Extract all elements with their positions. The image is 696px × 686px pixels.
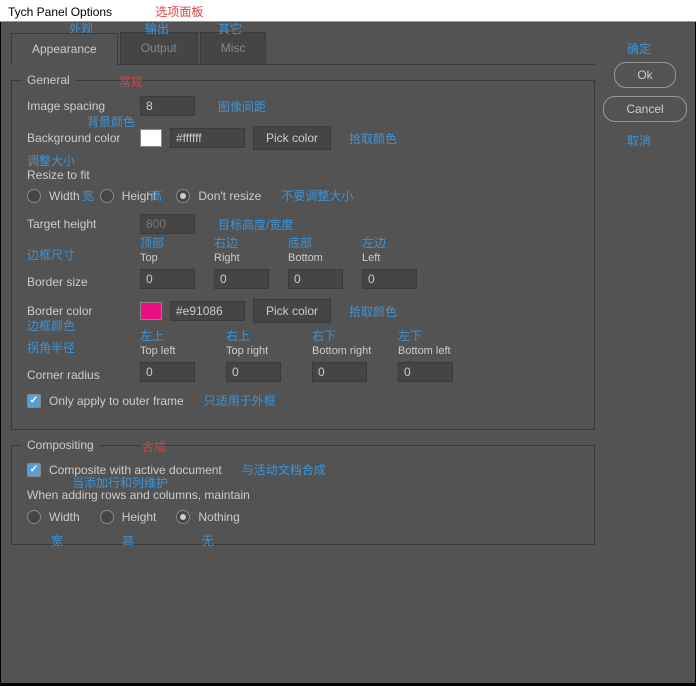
border-label: Border size: [27, 275, 132, 289]
bcolor-pick-button[interactable]: Pick color: [253, 299, 331, 323]
active-check[interactable]: [27, 463, 41, 477]
m-height-label: Height: [122, 510, 157, 524]
resize-height-label: Height: [122, 189, 157, 203]
fieldset-comp: Compositing 合成 Composite with active doc…: [11, 445, 595, 545]
hdr-left: Left: [362, 252, 424, 264]
m-width-radio[interactable]: [27, 510, 41, 524]
ann: 目标高度/宽度: [218, 216, 293, 233]
ann: 边框尺寸: [27, 246, 75, 263]
bgcolor-label: Background color: [27, 131, 132, 145]
ann: 取消: [627, 132, 651, 149]
m-height-radio[interactable]: [100, 510, 114, 524]
ann: 常规: [119, 73, 143, 90]
ann: 右下: [312, 327, 336, 344]
resize-none-radio[interactable]: [176, 189, 190, 203]
resize-width-radio[interactable]: [27, 189, 41, 203]
bcolor-input[interactable]: [170, 301, 245, 321]
ann: 拾取颜色: [349, 303, 397, 320]
bgcolor-pick-button[interactable]: Pick color: [253, 126, 331, 150]
resize-head: Resize to fit: [27, 168, 90, 182]
hdr-bl: Bottom left: [398, 345, 472, 357]
ann: 左上: [140, 327, 164, 344]
ann: 图像间距: [218, 98, 266, 115]
ann: 合成: [142, 438, 166, 455]
ann-title: 选项面板: [155, 5, 203, 19]
legend-general: General: [22, 73, 75, 87]
ann: 宽: [82, 187, 94, 204]
ann: 高: [122, 532, 134, 549]
ann: 底部: [288, 234, 312, 251]
tab-misc[interactable]: Misc: [200, 32, 267, 64]
ann: 确定: [627, 40, 651, 57]
ann: 与活动文档合成: [242, 461, 326, 478]
hdr-tr: Top right: [226, 345, 300, 357]
hdr-br: Bottom right: [312, 345, 386, 357]
active-label: Composite with active document: [49, 463, 222, 477]
border-bottom-input[interactable]: [288, 269, 343, 289]
resize-none-label: Don't resize: [198, 189, 261, 203]
target-label: Target height: [27, 217, 132, 231]
ann: 顶部: [140, 234, 164, 251]
bgcolor-input[interactable]: [170, 128, 245, 148]
m-nothing-radio[interactable]: [176, 510, 190, 524]
hdr-top: Top: [140, 252, 202, 264]
ok-button[interactable]: Ok: [614, 62, 675, 88]
tab-appearance[interactable]: Appearance: [11, 33, 118, 65]
ann: 宽: [51, 532, 63, 549]
bcolor-label: Border color: [27, 304, 132, 318]
ann: 左下: [398, 327, 422, 344]
radius-tr-input[interactable]: [226, 362, 281, 382]
m-width-label: Width: [49, 510, 80, 524]
target-input: [140, 214, 195, 234]
radius-tl-input[interactable]: [140, 362, 195, 382]
radius-bl-input[interactable]: [398, 362, 453, 382]
spacing-input[interactable]: [140, 96, 195, 116]
fieldset-general: General 常规 Image spacing 图像间距 背景颜色 Backg…: [11, 80, 595, 430]
bgcolor-swatch[interactable]: [140, 129, 162, 147]
ann: 左边: [362, 234, 386, 251]
bcolor-swatch[interactable]: [140, 302, 162, 320]
border-left-input[interactable]: [362, 269, 417, 289]
ann: 边框颜色: [27, 317, 75, 334]
radius-label: Corner radius: [27, 368, 132, 382]
resize-width-label: Width: [49, 189, 80, 203]
tabs: Appearance Output Misc: [11, 32, 595, 65]
ann: 调整大小: [27, 152, 75, 169]
border-top-input[interactable]: [140, 269, 195, 289]
legend-comp: Compositing: [22, 438, 99, 452]
hdr-tl: Top left: [140, 345, 214, 357]
border-right-input[interactable]: [214, 269, 269, 289]
tab-output[interactable]: Output: [120, 32, 198, 64]
radius-br-input[interactable]: [312, 362, 367, 382]
spacing-label: Image spacing: [27, 99, 132, 113]
cancel-button[interactable]: Cancel: [603, 96, 686, 122]
m-nothing-label: Nothing: [198, 510, 239, 524]
hdr-right: Right: [214, 252, 276, 264]
outer-label: Only apply to outer frame: [49, 394, 184, 408]
ann: 拾取颜色: [349, 130, 397, 147]
ann: 拐角半径: [27, 339, 75, 356]
window-title: Tych Panel Options: [8, 5, 112, 19]
resize-height-radio[interactable]: [100, 189, 114, 203]
maintain-head: When adding rows and columns, maintain: [27, 488, 250, 502]
ann: 只适用于外框: [204, 392, 276, 409]
ann: 不要调整大小: [281, 187, 353, 204]
outer-check[interactable]: [27, 394, 41, 408]
ann: 无: [202, 532, 214, 549]
hdr-bottom: Bottom: [288, 252, 350, 264]
ann: 右边: [214, 234, 238, 251]
ann: 右上: [226, 327, 250, 344]
